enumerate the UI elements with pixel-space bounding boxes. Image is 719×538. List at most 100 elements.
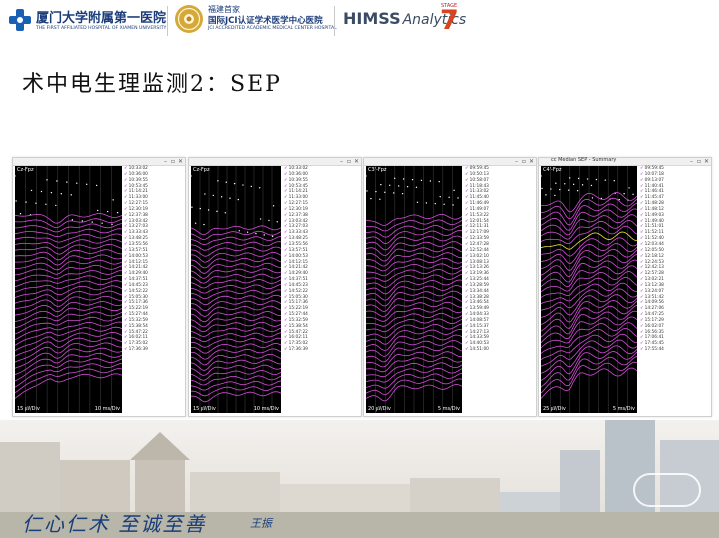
checkbox-checked-icon[interactable]: ✓ [465,335,469,340]
checkbox-checked-icon[interactable]: ✓ [284,312,288,317]
checkbox-checked-icon[interactable]: ✓ [124,184,128,189]
checkbox-checked-icon[interactable]: ✓ [284,347,288,352]
checkbox-checked-icon[interactable]: ✓ [124,289,128,294]
checkbox-checked-icon[interactable]: ✓ [465,213,469,218]
checkbox-checked-icon[interactable]: ✓ [640,289,644,294]
checkbox-checked-icon[interactable]: ✓ [465,230,469,235]
checkbox-checked-icon[interactable]: ✓ [284,201,288,206]
checkbox-checked-icon[interactable]: ✓ [640,277,644,282]
checkbox-checked-icon[interactable]: ✓ [640,230,644,235]
window-maximize-button[interactable]: ▫ [347,158,351,165]
checkbox-checked-icon[interactable]: ✓ [640,189,644,194]
checkbox-checked-icon[interactable]: ✓ [284,207,288,212]
window-minimize-button[interactable]: – [690,158,693,165]
window-maximize-button[interactable]: ▫ [171,158,175,165]
checkbox-checked-icon[interactable]: ✓ [284,248,288,253]
checkbox-checked-icon[interactable]: ✓ [640,219,644,224]
checkbox-checked-icon[interactable]: ✓ [465,324,469,329]
checkbox-checked-icon[interactable]: ✓ [465,318,469,323]
checkbox-checked-icon[interactable]: ✓ [640,213,644,218]
checkbox-checked-icon[interactable]: ✓ [465,341,469,346]
timestamp-item[interactable]: ✓14:51:00 [465,347,535,353]
checkbox-checked-icon[interactable]: ✓ [640,347,644,352]
checkbox-checked-icon[interactable]: ✓ [124,166,128,171]
window-close-button[interactable]: ✕ [704,158,709,165]
checkbox-checked-icon[interactable]: ✓ [124,201,128,206]
checkbox-checked-icon[interactable]: ✓ [465,271,469,276]
checkbox-checked-icon[interactable]: ✓ [465,265,469,270]
checkbox-checked-icon[interactable]: ✓ [284,236,288,241]
checkbox-checked-icon[interactable]: ✓ [465,224,469,229]
checkbox-checked-icon[interactable]: ✓ [465,166,469,171]
checkbox-checked-icon[interactable]: ✓ [465,283,469,288]
checkbox-checked-icon[interactable]: ✓ [284,289,288,294]
checkbox-checked-icon[interactable]: ✓ [465,189,469,194]
checkbox-checked-icon[interactable]: ✓ [284,254,288,259]
checkbox-checked-icon[interactable]: ✓ [124,195,128,200]
checkbox-checked-icon[interactable]: ✓ [640,242,644,247]
checkbox-checked-icon[interactable]: ✓ [465,347,469,352]
checkbox-checked-icon[interactable]: ✓ [284,178,288,183]
checkbox-checked-icon[interactable]: ✓ [124,265,128,270]
window-minimize-button[interactable]: – [340,158,343,165]
window-minimize-button[interactable]: – [515,158,518,165]
checkbox-checked-icon[interactable]: ✓ [124,172,128,177]
checkbox-checked-icon[interactable]: ✓ [124,189,128,194]
window-minimize-button[interactable]: – [164,158,167,165]
checkbox-checked-icon[interactable]: ✓ [640,295,644,300]
checkbox-checked-icon[interactable]: ✓ [284,230,288,235]
checkbox-checked-icon[interactable]: ✓ [124,341,128,346]
checkbox-checked-icon[interactable]: ✓ [640,207,644,212]
checkbox-checked-icon[interactable]: ✓ [640,318,644,323]
timestamp-item[interactable]: ✓17:36:39 [124,347,184,353]
checkbox-checked-icon[interactable]: ✓ [640,248,644,253]
checkbox-checked-icon[interactable]: ✓ [465,306,469,311]
checkbox-checked-icon[interactable]: ✓ [124,330,128,335]
checkbox-checked-icon[interactable]: ✓ [284,213,288,218]
checkbox-checked-icon[interactable]: ✓ [284,260,288,265]
checkbox-checked-icon[interactable]: ✓ [284,265,288,270]
checkbox-checked-icon[interactable]: ✓ [284,306,288,311]
checkbox-checked-icon[interactable]: ✓ [640,236,644,241]
checkbox-checked-icon[interactable]: ✓ [465,330,469,335]
checkbox-checked-icon[interactable]: ✓ [284,318,288,323]
checkbox-checked-icon[interactable]: ✓ [124,224,128,229]
checkbox-checked-icon[interactable]: ✓ [284,277,288,282]
checkbox-checked-icon[interactable]: ✓ [124,300,128,305]
checkbox-checked-icon[interactable]: ✓ [124,207,128,212]
checkbox-checked-icon[interactable]: ✓ [640,306,644,311]
checkbox-checked-icon[interactable]: ✓ [465,289,469,294]
checkbox-checked-icon[interactable]: ✓ [284,341,288,346]
window-maximize-button[interactable]: ▫ [697,158,701,165]
checkbox-checked-icon[interactable]: ✓ [284,271,288,276]
checkbox-checked-icon[interactable]: ✓ [284,335,288,340]
checkbox-checked-icon[interactable]: ✓ [284,166,288,171]
checkbox-checked-icon[interactable]: ✓ [465,178,469,183]
checkbox-checked-icon[interactable]: ✓ [640,283,644,288]
checkbox-checked-icon[interactable]: ✓ [640,312,644,317]
checkbox-checked-icon[interactable]: ✓ [124,283,128,288]
checkbox-checked-icon[interactable]: ✓ [465,277,469,282]
checkbox-checked-icon[interactable]: ✓ [284,283,288,288]
checkbox-checked-icon[interactable]: ✓ [284,224,288,229]
checkbox-checked-icon[interactable]: ✓ [640,300,644,305]
checkbox-checked-icon[interactable]: ✓ [284,295,288,300]
checkbox-checked-icon[interactable]: ✓ [640,260,644,265]
checkbox-checked-icon[interactable]: ✓ [465,260,469,265]
checkbox-checked-icon[interactable]: ✓ [640,172,644,177]
checkbox-checked-icon[interactable]: ✓ [124,260,128,265]
checkbox-checked-icon[interactable]: ✓ [284,172,288,177]
checkbox-checked-icon[interactable]: ✓ [124,318,128,323]
checkbox-checked-icon[interactable]: ✓ [124,242,128,247]
checkbox-checked-icon[interactable]: ✓ [640,341,644,346]
checkbox-checked-icon[interactable]: ✓ [640,178,644,183]
checkbox-checked-icon[interactable]: ✓ [124,335,128,340]
checkbox-checked-icon[interactable]: ✓ [640,335,644,340]
checkbox-checked-icon[interactable]: ✓ [284,219,288,224]
checkbox-checked-icon[interactable]: ✓ [640,254,644,259]
checkbox-checked-icon[interactable]: ✓ [284,242,288,247]
timestamp-item[interactable]: ✓17:36:39 [284,347,360,353]
checkbox-checked-icon[interactable]: ✓ [465,195,469,200]
window-close-button[interactable]: ✕ [529,158,534,165]
checkbox-checked-icon[interactable]: ✓ [465,248,469,253]
